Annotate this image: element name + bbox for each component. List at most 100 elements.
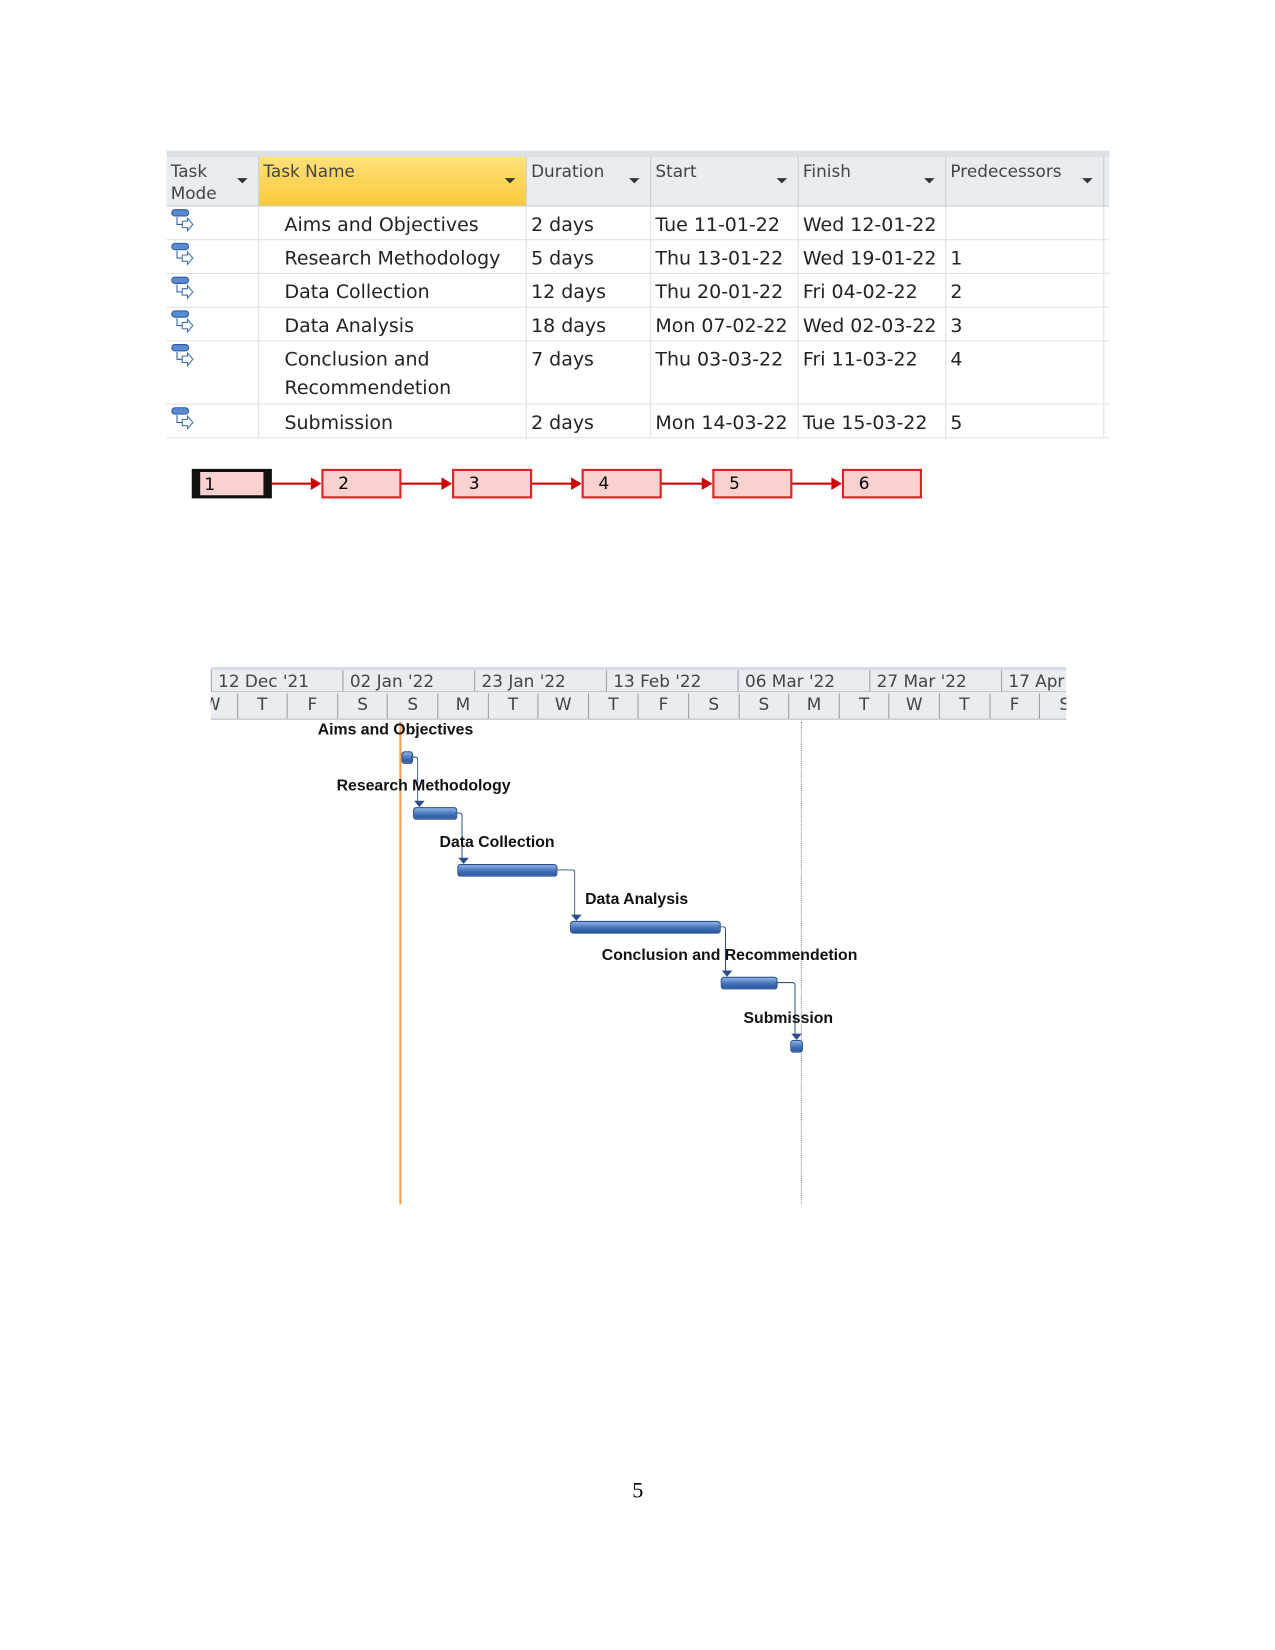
timescale-day-label: M [437,693,487,719]
header-task-name[interactable]: Task Name [259,157,527,206]
task-mode-cell [166,307,260,341]
finish-cell: Fri 11-03-22 [799,341,947,404]
timescale-label: 27 Mar '22 [869,670,1001,692]
task-name-cell: Research Methodology [259,240,527,273]
timescale-day-label: W [211,693,237,718]
dependency-arrow [401,477,453,490]
gantt-bar-label: Data Analysis [585,890,689,909]
header-task-mode[interactable]: Task Mode [166,157,260,206]
task-name-cell: Data Collection [259,273,527,307]
timescale-day-label: F [637,693,688,719]
page: Task Mode Task Name Duration Start Finis… [0,0,1275,1650]
network-node[interactable]: 5 [712,468,793,499]
gantt-chart: 12 Dec '21 02 Jan '22 23 Jan '22 13 Feb '22… [210,666,1067,1205]
gantt-bar[interactable] [457,864,558,877]
gantt-bar-label: Submission [743,1009,834,1028]
gantt-bar-label: Aims and Objectives [317,720,474,739]
table-row[interactable]: Data Analysis 18 days Mon 07-02-22 Wed 02-0… [166,307,1110,342]
gantt-bar-label: Data Collection [439,833,555,852]
dropdown-arrow-icon[interactable] [629,178,640,184]
start-cell: Thu 13-01-22 [651,240,799,273]
timescale-day-label: T [487,693,537,719]
dropdown-arrow-icon[interactable] [776,178,788,184]
timescale-top-tier: 12 Dec '21 02 Jan '22 23 Jan '22 13 Feb '22… [210,666,1067,693]
table-row[interactable]: Conclusion and Recommendetion 7 days Thu 0… [166,341,1110,405]
dependency-arrow [661,477,713,490]
finish-cell: Wed 12-01-22 [799,206,947,240]
header-duration[interactable]: Duration [527,157,652,206]
task-mode-cell [166,404,260,438]
predecessors-cell: 2 [946,273,1105,307]
network-node[interactable]: 4 [581,468,662,499]
table-row[interactable]: Aims and Objectives 2 days Tue 11-01-22 Wed… [166,206,1110,241]
header-finish[interactable]: Finish [799,157,947,206]
timescale-label: 06 Mar '22 [737,670,870,692]
finish-cell: Wed 19-01-22 [799,240,947,273]
gantt-bar[interactable] [789,1040,803,1053]
timescale-day-label: W [888,693,939,719]
dropdown-arrow-icon[interactable] [504,178,516,184]
dependency-arrow [271,477,322,490]
predecessors-cell: 5 [946,404,1105,438]
task-mode-cell [166,341,260,404]
start-cell: Mon 07-02-22 [651,307,799,341]
dependency-arrow [532,477,582,490]
header-predecessors[interactable]: Predecessors [946,157,1105,206]
task-mode-cell [166,206,260,240]
task-name-cell: Aims and Objectives [259,206,527,240]
dropdown-arrow-icon[interactable] [1082,178,1093,184]
dropdown-arrow-icon[interactable] [924,178,935,184]
dependency-link [555,869,576,919]
task-mode-cell [166,273,260,307]
header-start[interactable]: Start [651,157,799,206]
table-header: Task Mode Task Name Duration Start Finis… [166,157,1110,207]
table-row[interactable]: Research Methodology 5 days Thu 13-01-22 We… [166,240,1110,274]
duration-cell: 2 days [527,404,652,438]
network-node[interactable]: 3 [452,468,533,499]
gantt-bar[interactable] [720,976,778,990]
start-cell: Mon 14-03-22 [651,404,799,438]
duration-cell: 2 days [527,206,652,240]
auto-scheduled-task-icon [171,276,194,300]
timescale-label: 17 Apr [1001,670,1066,692]
gantt-bar[interactable] [570,920,721,934]
gantt-bar[interactable] [413,807,458,820]
timescale-day-label: S [336,693,387,719]
page-number: 5 [632,1477,644,1503]
predecessors-cell: 4 [946,341,1105,404]
finish-cell: Tue 15-03-22 [799,404,947,438]
timescale-day-label: T [587,693,638,719]
table-row[interactable]: Data Collection 12 days Thu 20-01-22 Fri 04… [166,273,1110,308]
timescale-day-label: S [738,693,788,719]
timescale-day-label: S [688,693,738,719]
network-node[interactable]: 2 [321,468,402,499]
timescale-day-label: T [838,693,889,719]
table-row[interactable]: Submission 2 days Mon 14-03-22 Tue 15-03-22… [166,404,1110,439]
predecessors-cell: 3 [946,307,1105,341]
network-node[interactable]: 6 [841,468,922,499]
task-name-cell: Submission [259,404,527,438]
start-cell: Tue 11-01-22 [651,206,799,240]
header-label: Task Mode [170,161,217,204]
start-cell: Thu 03-03-22 [651,341,799,404]
start-cell: Thu 20-01-22 [651,273,799,307]
auto-scheduled-task-icon [171,407,194,431]
timescale-label: 12 Dec '21 [210,670,343,692]
header-label: Finish [802,161,851,182]
timescale-day-label: T [236,693,287,719]
network-node[interactable]: 1 [191,468,272,499]
timescale-day-label: F [988,693,1039,719]
timescale-label: 23 Jan '22 [474,670,606,692]
dropdown-arrow-icon[interactable] [237,178,248,184]
duration-cell: 5 days [527,240,652,273]
gantt-bar-label: Conclusion and Recommendetion [601,946,858,965]
timescale-day-label: T [938,693,989,719]
auto-scheduled-task-icon [171,344,194,368]
auto-scheduled-task-icon [171,242,194,266]
predecessors-cell: 1 [946,240,1105,273]
timescale-day-label: M [788,693,838,719]
task-name-cell: Conclusion and Recommendetion [259,341,527,404]
timescale-day-label: W [537,693,588,719]
dependency-arrow [792,477,842,490]
task-table: Task Mode Task Name Duration Start Finis… [166,150,1110,439]
